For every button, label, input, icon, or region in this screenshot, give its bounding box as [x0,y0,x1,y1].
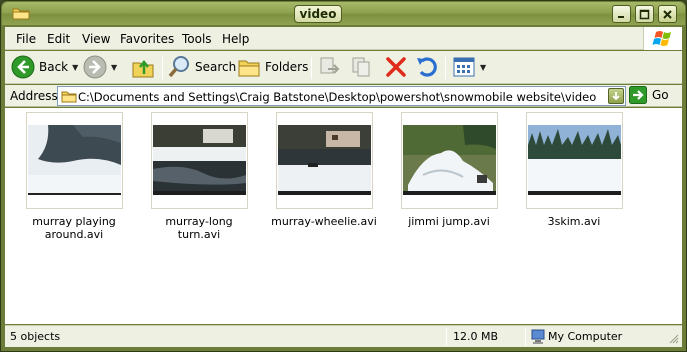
chevron-down-icon [612,92,620,101]
close-icon [663,10,672,19]
go-arrow-icon [629,86,647,104]
views-dropdown-icon[interactable]: ▼ [480,63,486,72]
search-label: Search [195,60,237,74]
address-input[interactable]: C:\Documents and Settings\Craig Batstone… [57,86,626,106]
forward-arrow-icon [83,55,107,79]
address-bar: Address C:\Documents and Settings\Craig … [5,85,682,107]
views-icon [453,57,475,77]
title-bar[interactable]: video [2,2,685,25]
file-name-line: murray playing [32,215,116,228]
resize-grip-icon[interactable] [669,334,679,344]
address-dropdown-button[interactable] [608,88,624,104]
file-item[interactable]: 3skim.avi [519,112,629,228]
file-item[interactable]: murray playing around.avi [19,112,129,241]
toolbar: Back ▼ ▼ Search Folders ▼ [5,51,682,84]
menu-edit[interactable]: Edit [47,32,70,46]
thumbnail-frame [25,112,123,209]
toolbar-separator [162,57,163,79]
file-name[interactable]: murray playing around.avi [19,215,129,241]
go-label: Go [652,88,669,102]
folders-label: Folders [265,60,309,74]
file-item[interactable]: murray-wheelie.avi [269,112,379,228]
minimize-button[interactable] [612,5,631,23]
window-title: video [294,5,342,23]
delete-icon [386,57,406,77]
folders-icon [238,60,260,77]
up-folder-icon [132,59,154,78]
move-to-icon [320,57,340,74]
video-thumbnail [152,125,246,195]
windows-logo [643,27,682,50]
search-button[interactable]: Search [167,55,236,79]
folders-button[interactable]: Folders [237,55,308,79]
forward-button[interactable]: ▼ [83,55,117,79]
move-to-button[interactable] [318,55,342,79]
video-thumbnail [277,125,371,195]
thumbnail-frame [150,112,248,209]
toolbar-separator [445,57,446,79]
status-divider [446,328,447,346]
search-icon [168,56,189,78]
file-view[interactable]: murray playing around.avi murray-long tu… [5,108,682,324]
menu-bar: File Edit View Favorites Tools Help [5,27,682,50]
menu-tools[interactable]: Tools [182,32,212,46]
back-arrow-icon [11,55,35,79]
thumbnail-frame [400,112,498,209]
my-computer-icon [531,329,545,344]
address-path: C:\Documents and Settings\Craig Batstone… [78,90,597,104]
back-button[interactable]: Back ▼ [11,55,78,79]
menu-favorites[interactable]: Favorites [120,32,174,46]
file-name[interactable]: murray-long turn.avi [144,215,254,241]
go-button[interactable]: Go [629,86,669,104]
file-name[interactable]: murray-wheelie.avi [269,215,379,228]
object-count: 5 objects [10,330,61,343]
delete-button[interactable] [384,55,408,79]
file-name[interactable]: 3skim.avi [519,215,629,228]
total-size: 12.0 MB [453,330,499,343]
status-divider [525,328,526,346]
toolbar-separator [311,57,312,79]
views-button[interactable]: ▼ [452,55,486,79]
maximize-icon [639,9,650,20]
menu-file[interactable]: File [16,32,36,46]
file-item[interactable]: jimmi jump.avi [394,112,504,228]
menu-view[interactable]: View [82,32,110,46]
file-name-line: around.avi [44,228,104,241]
close-button[interactable] [658,5,677,23]
copy-to-button[interactable] [350,55,374,79]
video-thumbnail [27,125,121,195]
folder-icon [61,91,77,103]
address-label: Address [10,89,58,103]
thumbnail-frame [525,112,623,209]
maximize-button[interactable] [635,5,654,23]
file-name[interactable]: jimmi jump.avi [394,215,504,228]
back-dropdown-icon[interactable]: ▼ [72,63,78,72]
thumbnail-frame [275,112,373,209]
status-bar: 5 objects 12.0 MB My Computer [5,325,682,347]
minimize-icon [618,16,624,18]
undo-icon [417,57,437,77]
copy-to-icon [352,57,370,77]
location-label: My Computer [548,330,623,343]
explorer-window: video File Edit View Favorites Tools Hel… [0,0,687,352]
video-thumbnail [402,125,496,195]
menu-help[interactable]: Help [222,32,249,46]
up-folder-button[interactable] [131,55,155,79]
folder-icon [12,8,30,20]
file-item[interactable]: murray-long turn.avi [144,112,254,241]
video-thumbnail [527,125,621,195]
forward-dropdown-icon[interactable]: ▼ [111,63,117,72]
back-label: Back [39,60,69,74]
undo-button[interactable] [415,55,439,79]
